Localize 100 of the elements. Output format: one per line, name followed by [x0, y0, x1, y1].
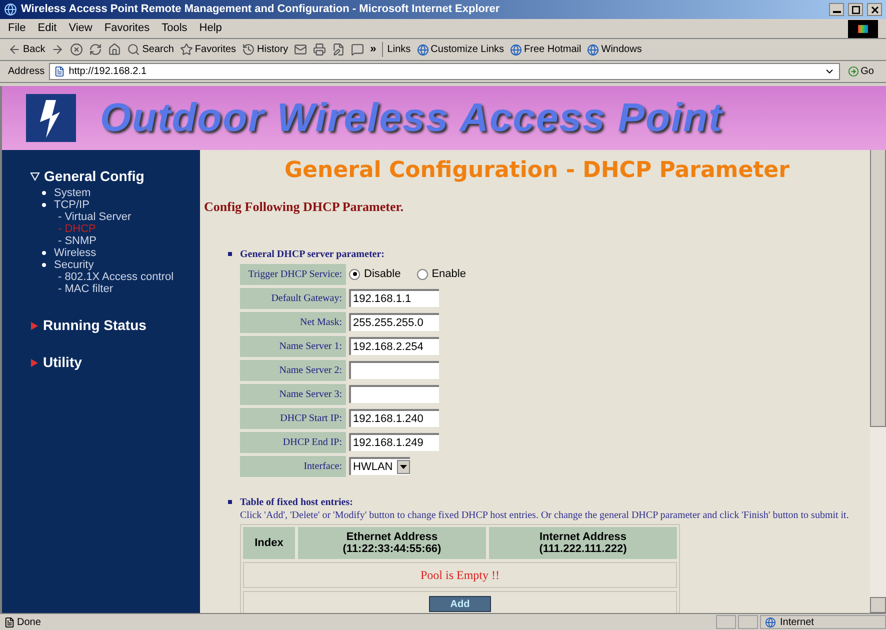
status-text: Done: [17, 616, 42, 630]
closed-triangle-icon: [30, 320, 39, 330]
toolbar-button[interactable]: [51, 43, 64, 56]
toolbar-button[interactable]: Search: [127, 42, 174, 57]
status-panel: [738, 615, 758, 629]
toolbar-button[interactable]: Back: [8, 42, 46, 57]
page-icon: [54, 66, 65, 77]
forward-arrow-icon: [51, 43, 64, 56]
field-label: DHCP Start IP:: [240, 408, 346, 428]
sidebar-item[interactable]: - SNMP: [58, 235, 96, 247]
field-label: Interface:: [240, 456, 346, 476]
sidebar-item[interactable]: TCP/IP: [54, 199, 90, 211]
toolbar-button[interactable]: [313, 43, 326, 56]
maximize-button[interactable]: [848, 3, 863, 16]
go-button[interactable]: Go: [844, 64, 878, 79]
select-field[interactable]: HWLAN: [349, 457, 410, 475]
field-label: Name Server 1:: [240, 336, 346, 356]
field-label: DHCP End IP:: [240, 432, 346, 452]
toolbar-button[interactable]: History: [242, 42, 288, 57]
description-text: Click 'Add', 'Delete' or 'Modify' button to change fixed DHCP host entries. Or change the general DHCP parameter and click 'Finish' button to submit it.: [239, 510, 850, 522]
stop-icon: [70, 43, 84, 56]
field-label: Default Gateway:: [240, 288, 346, 308]
globe-icon: [510, 44, 522, 56]
section-toggle[interactable]: Utility: [30, 352, 82, 373]
sidebar-item[interactable]: Security: [54, 259, 94, 271]
status-panel: [716, 615, 736, 629]
menu-item[interactable]: View: [68, 20, 92, 37]
sidebar-item[interactable]: Wireless: [54, 247, 96, 259]
bullet-icon: [42, 203, 46, 207]
sidebar-item[interactable]: - MAC filter: [58, 283, 113, 295]
section-toggle[interactable]: General Config: [30, 166, 144, 187]
radio-button[interactable]: [416, 268, 428, 280]
menu-item[interactable]: Favorites: [104, 20, 150, 37]
link-button[interactable]: Windows: [587, 42, 642, 57]
text-field[interactable]: 192.168.1.1: [349, 289, 439, 307]
toolbar-button[interactable]: [351, 43, 364, 56]
toolbar-button[interactable]: [108, 43, 122, 56]
back-arrow-icon: [8, 43, 21, 56]
address-field[interactable]: http://192.168.2.1: [48, 63, 840, 80]
mail-icon: [294, 43, 308, 56]
scrollbar[interactable]: [870, 150, 886, 613]
text-field[interactable]: [349, 361, 439, 379]
minimize-button[interactable]: [829, 3, 844, 16]
menu-item[interactable]: File: [8, 20, 26, 37]
banner-title: Outdoor Wireless Access Point: [100, 95, 723, 142]
text-field[interactable]: 192.168.1.240: [349, 409, 439, 427]
page-subheading: Config Following DHCP Parameter.: [204, 198, 405, 216]
field-label: Net Mask:: [240, 312, 346, 332]
page-icon: [4, 616, 15, 628]
edit-icon: [332, 43, 346, 56]
menu-item[interactable]: Tools: [162, 20, 188, 37]
toolbar-button[interactable]: [294, 43, 308, 56]
radio-button[interactable]: [349, 268, 360, 280]
bullet-icon: [228, 252, 232, 256]
field-label: Name Server 2:: [240, 360, 346, 380]
field-label: Name Server 3:: [240, 384, 346, 404]
sidebar-item[interactable]: - Virtual Server: [58, 211, 132, 223]
more-chevron[interactable]: »: [370, 41, 376, 58]
dropdown-arrow-icon: [400, 465, 407, 469]
radio-option[interactable]: Enable: [416, 266, 466, 282]
page-heading: General Configuration - DHCP Parameter: [284, 157, 790, 185]
close-button[interactable]: [867, 3, 882, 16]
section-title: General DHCP server parameter:: [240, 248, 384, 262]
globe-icon: [587, 44, 600, 56]
maximize-icon: [852, 6, 860, 14]
history-icon: [242, 43, 256, 56]
closed-triangle-icon: [30, 358, 39, 368]
text-field[interactable]: 255.255.255.0: [349, 313, 439, 331]
minimize-icon: [832, 11, 840, 13]
field-label: Trigger DHCP Service:: [240, 264, 346, 284]
window-title: Wireless Access Point Remote Management and Configuration - Microsoft Internet Explorer: [21, 2, 501, 18]
sidebar-item[interactable]: - 802.1X Access control: [58, 271, 174, 283]
column-header: Internet Address (111.222.111.222): [489, 526, 677, 558]
radio-option[interactable]: Disable: [349, 266, 401, 282]
menu-item[interactable]: Help: [199, 20, 222, 37]
globe-icon: [416, 44, 429, 56]
add-button[interactable]: Add: [429, 596, 491, 612]
text-field[interactable]: 192.168.2.254: [349, 337, 439, 355]
link-button[interactable]: Free Hotmail: [510, 42, 582, 57]
bullet-icon: [42, 263, 46, 267]
toolbar-button[interactable]: [89, 43, 102, 56]
link-button[interactable]: Customize Links: [416, 42, 504, 57]
refresh-icon: [89, 43, 102, 56]
toolbar-button[interactable]: [332, 43, 346, 56]
section-toggle[interactable]: Running Status: [30, 315, 146, 336]
toolbar-button[interactable]: Favorites: [180, 42, 236, 57]
home-icon: [108, 43, 122, 56]
close-icon: [870, 6, 878, 14]
windows-logo-icon: [848, 20, 878, 38]
column-header: Ethernet Address (11:22:33:44:55:66): [298, 526, 486, 558]
text-field[interactable]: [349, 385, 439, 403]
section-title: Table of fixed host entries:: [240, 496, 353, 510]
browser-icon: [4, 3, 17, 16]
search-icon: [127, 43, 140, 56]
menu-item[interactable]: Edit: [38, 20, 57, 37]
column-header: Index: [243, 526, 295, 558]
text-field[interactable]: 192.168.1.249: [349, 433, 439, 451]
bullet-icon: [42, 191, 46, 195]
toolbar-button[interactable]: [70, 43, 84, 56]
sidebar-item[interactable]: System: [54, 187, 91, 199]
